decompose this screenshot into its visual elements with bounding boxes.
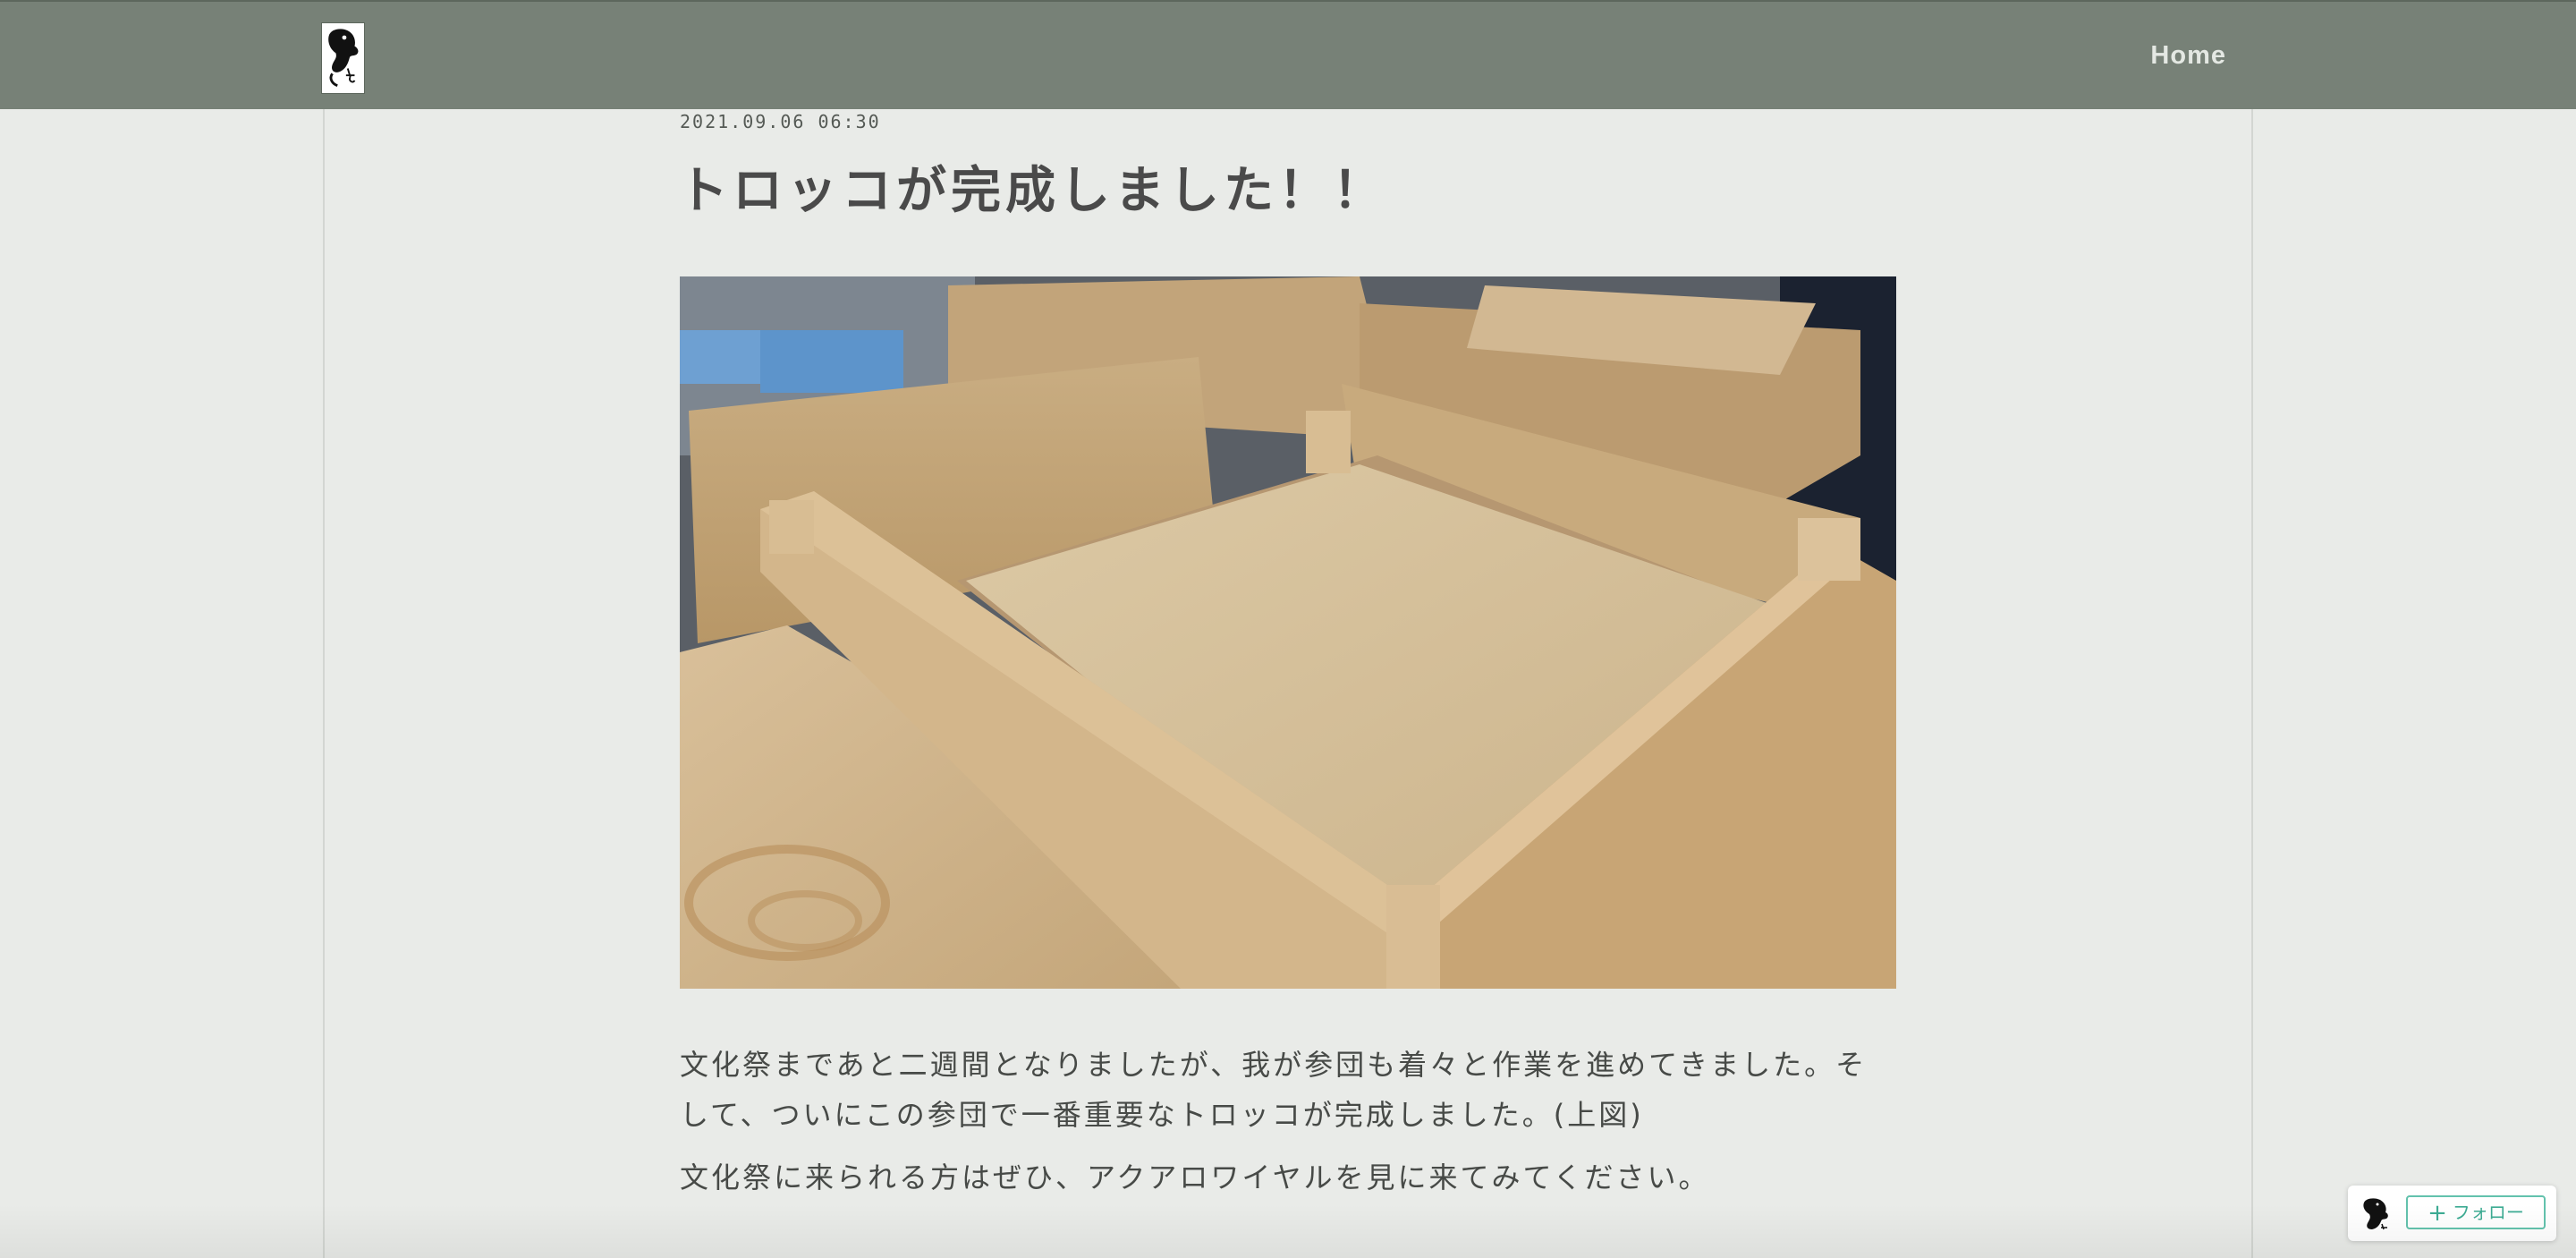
follow-button[interactable]: + フォロー [2406,1195,2546,1229]
fish-mascot-icon [322,23,364,93]
post-body: 文化祭まであと二週間となりましたが、我が参団も着々と作業を進めてきました。そして… [680,1040,1896,1215]
post-title: トロッコが完成しました！！ [678,162,1387,220]
follow-button-label: フォロー [2452,1202,2524,1223]
avatar[interactable] [2359,1195,2394,1231]
post-image [680,276,1896,989]
site-logo[interactable] [321,22,365,94]
post-paragraph: 文化祭に来られる方はぜひ、アクアロワイヤルを見に来てみてください。 [680,1160,1710,1194]
post-paragraph: 文化祭まであと二週間となりましたが、我が参団も着々と作業を進めてきました。そして… [680,1048,1868,1132]
site-header: Home [0,0,2576,109]
nav-home-link[interactable]: Home [2150,38,2226,73]
post-date: 2021.09.06 06:30 [680,111,881,132]
follow-widget: + フォロー [2348,1186,2556,1241]
fish-mascot-icon [2359,1195,2394,1231]
trolley-photo [680,276,1896,989]
plus-icon: + [2428,1200,2447,1227]
